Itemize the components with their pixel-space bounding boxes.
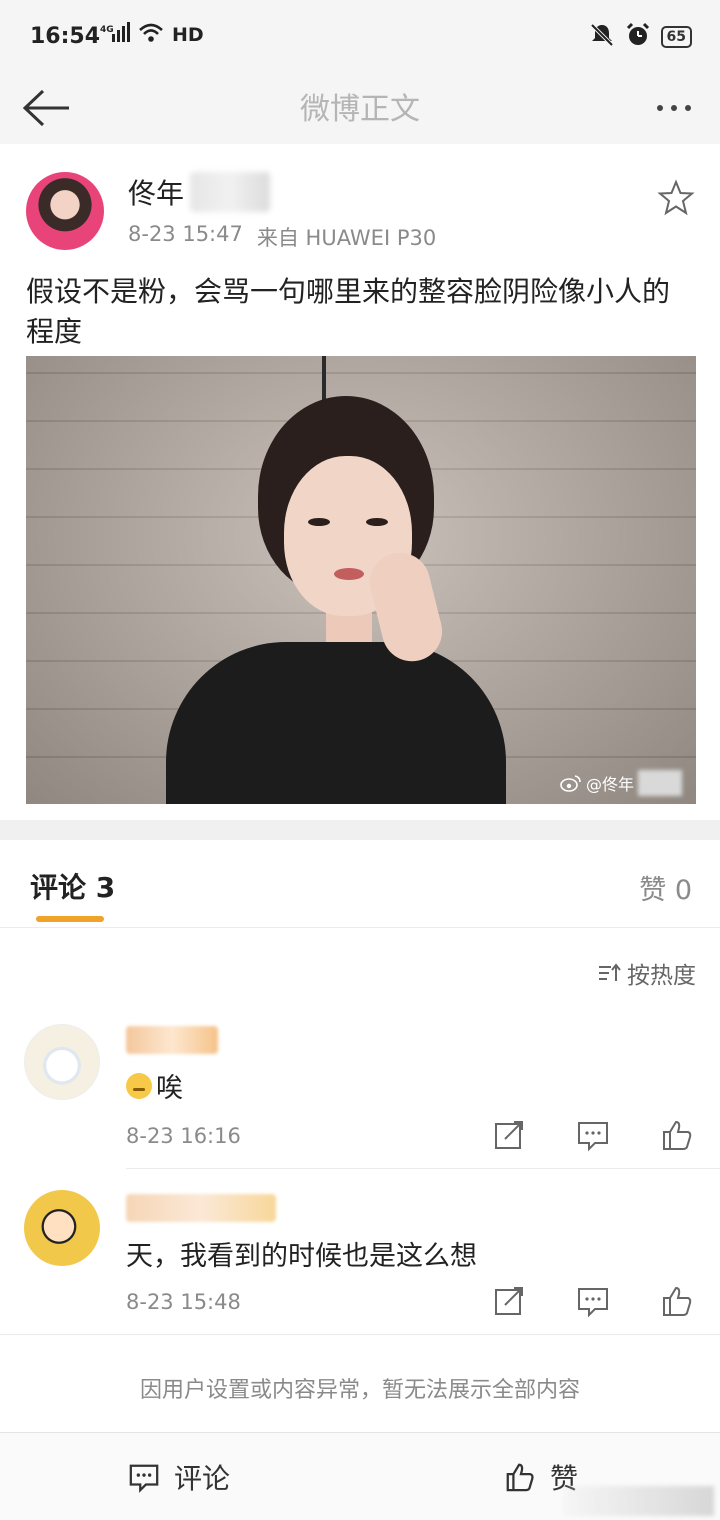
weibo-post: 佟年 8-23 15:47 来自 HUAWEI P30 假设不是粉，会骂一句哪里…	[0, 144, 720, 820]
bottom-comment-label: 评论	[174, 1462, 231, 1495]
more-dot-icon	[685, 105, 691, 111]
bottom-action-bar: 评论 赞	[0, 1432, 720, 1520]
commenter-name-redacted[interactable]	[126, 1194, 276, 1222]
hd-label: HD	[172, 24, 204, 46]
comment-item: 天，我看到的时候也是这么想 8-23 15:48	[0, 1186, 720, 1336]
post-photo[interactable]: @佟年	[26, 356, 696, 804]
sort-toggle[interactable]: 按热度	[597, 956, 696, 990]
reply-icon[interactable]	[576, 1118, 610, 1152]
comment-actions	[492, 1118, 694, 1152]
watermark-text: @佟年	[585, 775, 634, 794]
alarm-icon	[625, 22, 651, 52]
commenter-name-redacted[interactable]	[126, 1026, 218, 1054]
photo-eye	[366, 518, 388, 526]
status-bar: 16:54 4G HD 65	[0, 0, 720, 72]
more-options-button[interactable]	[646, 86, 702, 130]
wifi-icon	[138, 22, 164, 48]
commenter-avatar[interactable]	[24, 1190, 100, 1266]
comment-text: 唉	[156, 1073, 183, 1104]
post-meta: 8-23 15:47 来自 HUAWEI P30	[128, 222, 436, 252]
section-divider	[0, 820, 720, 840]
status-left-icons: 4G HD	[100, 22, 204, 48]
comment-icon	[129, 1464, 159, 1493]
watermark-blur	[638, 770, 682, 796]
post-text: 假设不是粉，会骂一句哪里来的整容脸阴险像小人的程度	[26, 275, 671, 348]
post-date: 8-23 15:47	[128, 222, 243, 246]
like-icon[interactable]	[660, 1118, 694, 1152]
redacted-name-blur	[190, 172, 271, 212]
more-dot-icon	[657, 105, 663, 111]
comment-tabs: 评论 3 赞 0	[0, 840, 720, 928]
status-right-icons: 65	[589, 22, 692, 52]
like-icon[interactable]	[660, 1284, 694, 1318]
weibo-logo-icon	[560, 775, 581, 792]
status-time: 16:54	[30, 24, 101, 49]
active-tab-indicator	[36, 916, 104, 922]
photo-eye	[308, 518, 330, 526]
sort-icon	[599, 963, 621, 981]
restricted-content-notice: 因用户设置或内容异常，暂无法展示全部内容	[139, 1378, 580, 1403]
svg-text:4G: 4G	[100, 25, 114, 35]
favorite-button[interactable]	[656, 178, 696, 218]
comment-text-row: 天，我看到的时候也是这么想	[126, 1234, 477, 1273]
commenter-avatar[interactable]	[24, 1024, 100, 1100]
reply-icon[interactable]	[576, 1284, 610, 1318]
tab-comments[interactable]: 评论 3	[30, 866, 115, 906]
comment-separator	[126, 1168, 720, 1169]
title-bar: 微博正文	[0, 72, 720, 144]
comment-separator	[0, 1334, 720, 1335]
photo-shirt	[166, 642, 506, 804]
photo-watermark: @佟年	[560, 770, 682, 796]
share-icon[interactable]	[492, 1284, 526, 1318]
battery-indicator: 65	[660, 26, 692, 48]
comment-text-row: 唉	[126, 1066, 183, 1105]
comment-time: 8-23 16:16	[126, 1124, 241, 1148]
photo-lips	[334, 568, 364, 580]
page-title: 微博正文	[300, 92, 420, 127]
signal-icon: 4G	[100, 22, 130, 48]
comment-item: 唉 8-23 16:16	[0, 1020, 720, 1170]
comment-text: 天，我看到的时候也是这么想	[126, 1241, 477, 1272]
comment-actions	[492, 1284, 694, 1318]
tab-likes[interactable]: 赞 0	[639, 868, 692, 907]
comment-time: 8-23 15:48	[126, 1290, 241, 1314]
star-icon	[657, 179, 695, 216]
post-source: 来自 HUAWEI P30	[256, 226, 437, 250]
more-dot-icon	[671, 105, 677, 111]
author-name: 佟年	[128, 177, 185, 210]
thumbs-up-icon	[506, 1463, 534, 1492]
bottom-comment-button[interactable]: 评论	[128, 1457, 230, 1497]
mute-icon	[589, 22, 615, 52]
corner-watermark	[564, 1486, 714, 1516]
sort-label: 按热度	[627, 963, 696, 989]
author-avatar[interactable]	[26, 172, 104, 250]
author-name-row[interactable]: 佟年	[128, 172, 271, 212]
share-icon[interactable]	[492, 1118, 526, 1152]
sigh-emoji-icon	[126, 1072, 152, 1099]
